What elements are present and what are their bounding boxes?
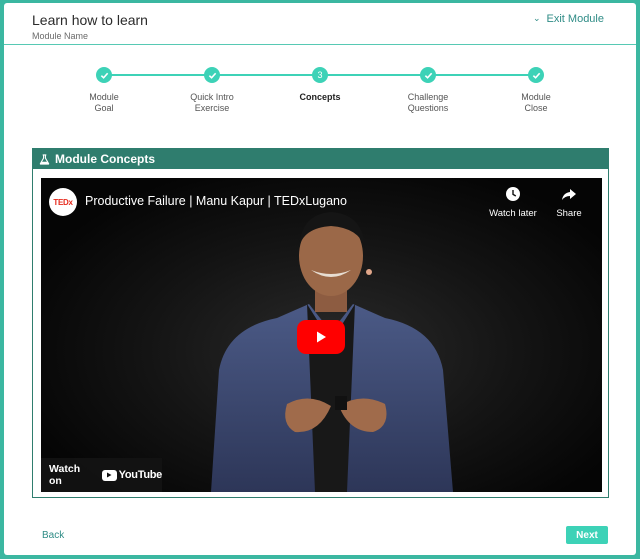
step-quick-intro[interactable]: Quick Intro Exercise: [167, 67, 257, 114]
panel-title: Module Concepts: [55, 152, 156, 166]
step-done-check-icon: [204, 67, 220, 83]
step-label: Module Goal: [89, 92, 119, 113]
youtube-wordmark: YouTube: [118, 469, 163, 481]
channel-logo[interactable]: TEDx: [49, 188, 77, 216]
step-module-close[interactable]: Module Close: [491, 67, 581, 114]
share-label: Share: [556, 208, 582, 219]
watch-later-button[interactable]: Watch later: [483, 186, 543, 219]
step-done-check-icon: [528, 67, 544, 83]
step-label: Concepts: [299, 92, 341, 102]
progress-stepper: Module Goal Quick Intro Exercise 3 Conce…: [4, 63, 636, 123]
video-player[interactable]: TEDx Productive Failure | Manu Kapur | T…: [41, 178, 602, 492]
step-number: 3: [312, 67, 328, 83]
module-header: Learn how to learn Module Name ⌄ Exit Mo…: [4, 3, 636, 45]
video-title[interactable]: Productive Failure | Manu Kapur | TEDxLu…: [85, 194, 347, 208]
youtube-logo: YouTube: [101, 469, 163, 481]
youtube-play-icon: [101, 469, 117, 481]
watch-on-label: Watch on: [49, 463, 81, 487]
module-name: Module Name: [32, 31, 89, 41]
play-icon: [317, 331, 326, 343]
step-label: Quick Intro Exercise: [190, 92, 234, 113]
watch-on-youtube-button[interactable]: Watch on YouTube: [41, 458, 162, 492]
exit-module-button[interactable]: ⌄ Exit Module: [532, 12, 604, 26]
share-icon: [562, 189, 576, 200]
share-button[interactable]: Share: [539, 186, 599, 219]
exit-module-label: Exit Module: [546, 13, 604, 25]
page-title: Learn how to learn: [32, 12, 148, 28]
app-frame: Learn how to learn Module Name ⌄ Exit Mo…: [4, 3, 636, 555]
flask-icon: [39, 153, 50, 165]
next-button[interactable]: Next: [566, 526, 608, 544]
step-label: Module Close: [521, 92, 551, 113]
step-concepts[interactable]: 3 Concepts: [275, 67, 365, 103]
step-module-goal[interactable]: Module Goal: [59, 67, 149, 114]
module-concepts-panel: Module Concepts TEDx Productive Failure …: [32, 148, 609, 498]
chevron-down-icon: ⌄: [532, 12, 541, 23]
step-label: Challenge Questions: [407, 92, 449, 113]
step-done-check-icon: [96, 67, 112, 83]
back-button[interactable]: Back: [42, 530, 64, 541]
play-button[interactable]: [297, 320, 345, 354]
watch-later-label: Watch later: [489, 208, 537, 219]
clock-icon: [506, 187, 520, 201]
panel-header: Module Concepts: [33, 149, 608, 169]
step-challenge-questions[interactable]: Challenge Questions: [383, 67, 473, 114]
step-done-check-icon: [420, 67, 436, 83]
